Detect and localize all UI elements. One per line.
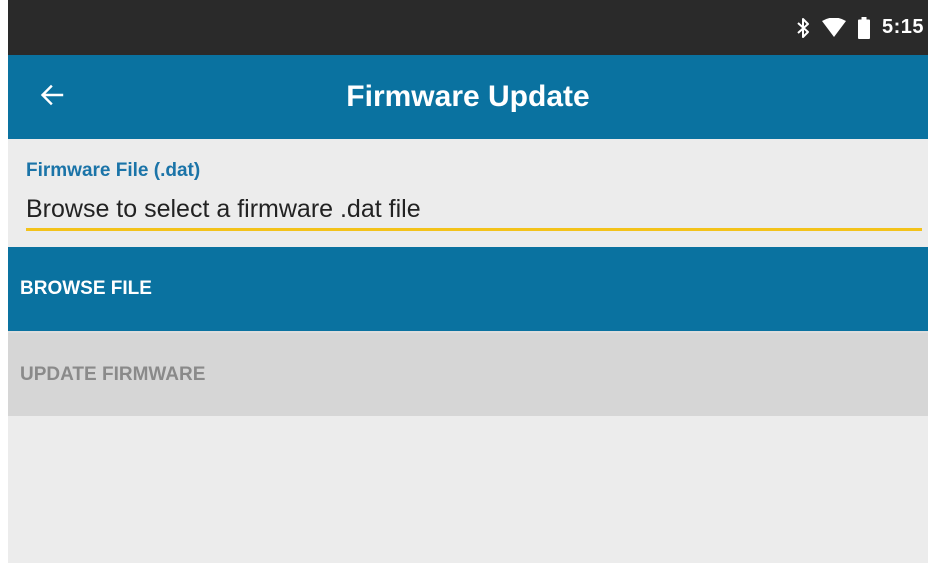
window-left-border: [0, 0, 8, 563]
page-title: Firmware Update: [346, 80, 590, 113]
status-icons: 5:15: [796, 0, 924, 55]
app-bar: Firmware Update: [8, 55, 928, 139]
wifi-icon: [821, 17, 846, 38]
battery-icon: [857, 16, 870, 39]
status-bar: 5:15: [8, 0, 928, 55]
arrow-left-icon: [40, 84, 64, 111]
firmware-update-screen: 5:15 Firmware Update Firmware File (.dat…: [8, 0, 928, 563]
browse-file-button[interactable]: BROWSE FILE: [8, 247, 928, 331]
status-time: 5:15: [881, 16, 924, 38]
firmware-file-field-group: Firmware File (.dat): [8, 139, 928, 247]
back-button[interactable]: [30, 75, 74, 119]
bluetooth-icon: [796, 17, 810, 39]
update-firmware-button[interactable]: UPDATE FIRMWARE: [8, 333, 928, 416]
firmware-file-label: Firmware File (.dat): [26, 160, 201, 181]
firmware-file-input[interactable]: [26, 191, 922, 231]
